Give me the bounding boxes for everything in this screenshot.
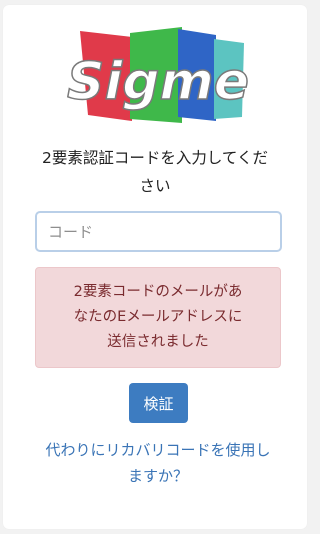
login-card: Sigme 2要素認証コードを入力してくだ さい 2要素コードのメールがあ なた… (3, 5, 307, 529)
recovery-link-line-1: 代わりにリカバリコードを使用し (45, 441, 271, 459)
prompt-line-2: さい (139, 177, 171, 195)
alert-line-3: 送信されました (107, 334, 209, 350)
page-title: 2要素認証コードを入力してくだ さい (25, 144, 285, 200)
verify-button[interactable]: 検証 (129, 383, 188, 423)
use-recovery-code-link[interactable]: 代わりにリカバリコードを使用し ますか？ (27, 437, 289, 489)
logo-wordmark: Sigme (67, 52, 249, 112)
prompt-line-1: 2要素認証コードを入力してくだ (42, 149, 268, 167)
code-input[interactable] (35, 211, 282, 252)
alert-line-2: なたのEメールアドレスに (73, 309, 243, 325)
alert-line-1: 2要素コードのメールがあ (73, 284, 243, 300)
email-sent-alert: 2要素コードのメールがあ なたのEメールアドレスに 送信されました (35, 267, 281, 368)
sigme-logo: Sigme (66, 27, 250, 123)
recovery-link-line-2: ますか？ (127, 467, 188, 485)
